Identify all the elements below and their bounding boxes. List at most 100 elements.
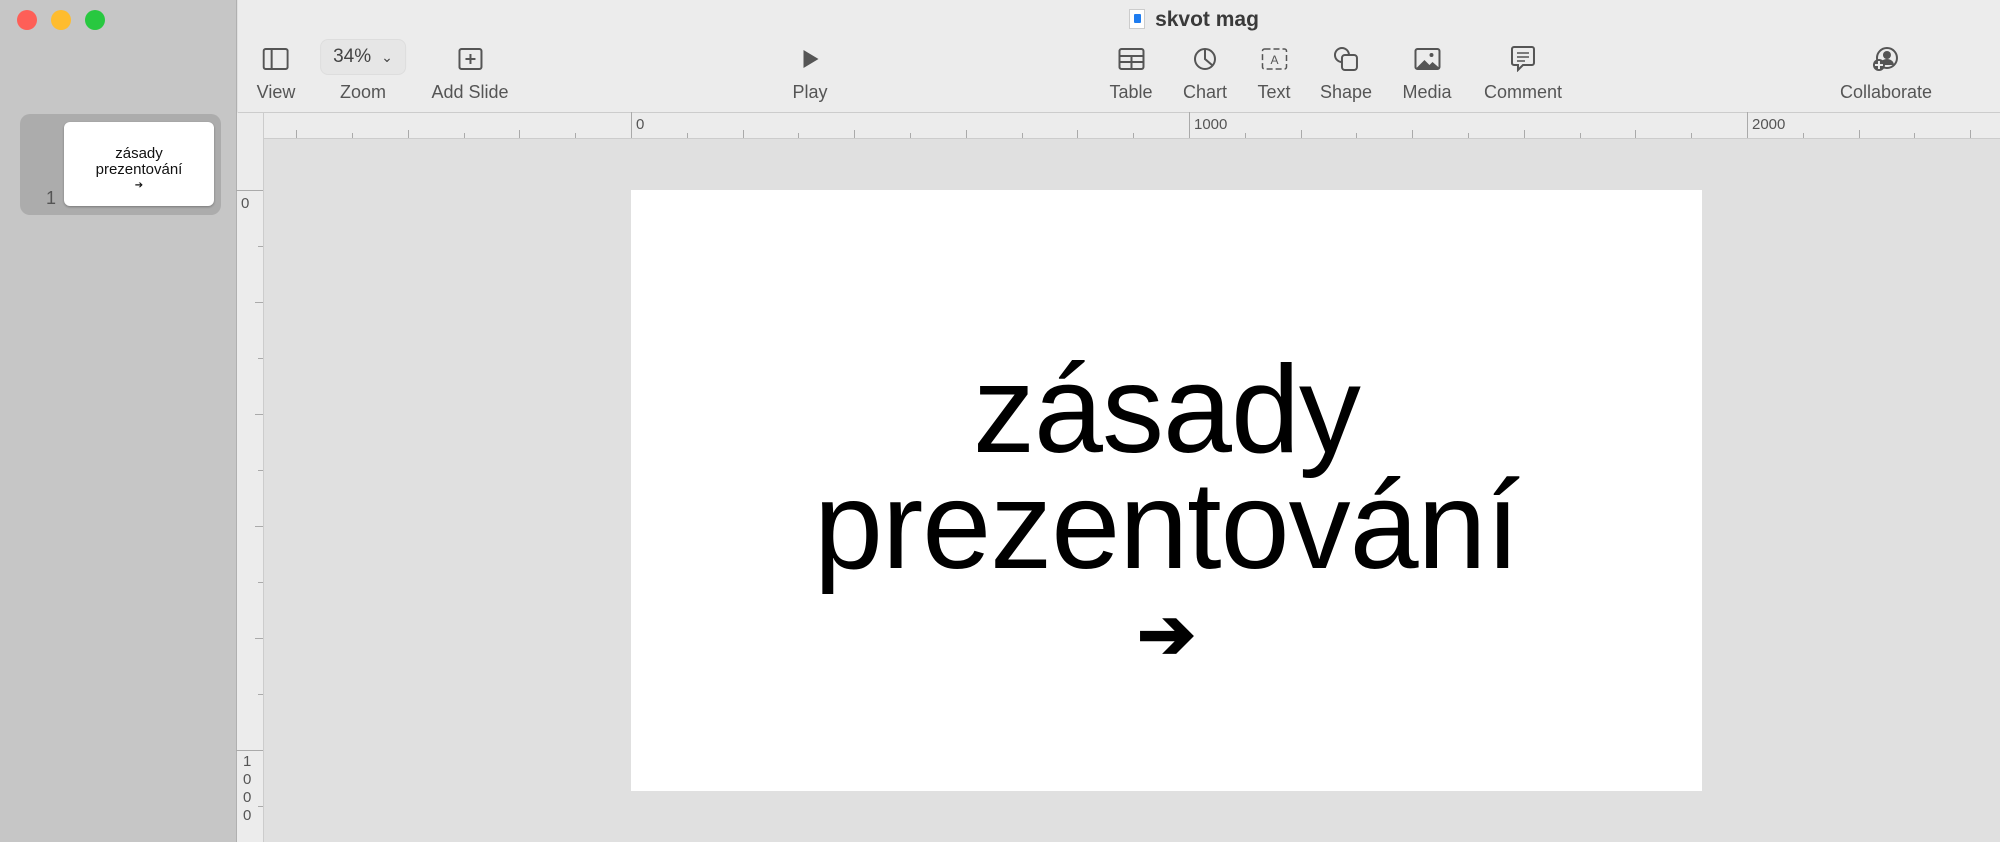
media-icon	[1402, 44, 1451, 74]
ruler-tick	[1412, 130, 1414, 138]
document-title: skvot mag	[1155, 8, 1259, 31]
ruler-label: 1000	[243, 753, 252, 824]
close-button[interactable]	[17, 10, 37, 30]
ruler-tick	[258, 694, 263, 695]
ruler-tick	[1021, 133, 1023, 138]
maximize-button[interactable]	[85, 10, 105, 30]
ruler-tick	[1635, 130, 1637, 138]
shape-button[interactable]: Shape	[1320, 44, 1372, 103]
ruler-tick	[463, 133, 465, 138]
ruler-tick	[1691, 133, 1693, 138]
view-label: View	[256, 82, 296, 102]
slide-title[interactable]: zásady prezentování	[631, 348, 1702, 595]
ruler-tick	[910, 133, 911, 138]
ruler-tick	[575, 133, 577, 138]
zoom-value: 34%	[333, 46, 372, 67]
collaborate-button[interactable]: Collaborate	[1840, 44, 1932, 103]
shape-icon	[1320, 44, 1372, 74]
media-button[interactable]: Media	[1402, 44, 1452, 103]
media-label: Media	[1402, 82, 1452, 102]
slide-title-line2: prezentování	[814, 457, 1520, 595]
collaborate-icon	[1840, 44, 1932, 74]
ruler-tick	[1970, 130, 1972, 138]
ruler-tick	[407, 130, 409, 138]
slide-thumbnail-preview[interactable]: zásady prezentování ➔	[64, 122, 214, 206]
ruler-tick	[258, 470, 263, 471]
add-slide-button[interactable]: Add Slide	[431, 44, 509, 103]
keynote-document-icon	[1129, 9, 1146, 29]
sidebar-icon	[257, 44, 296, 74]
table-icon	[1109, 44, 1152, 74]
minimize-button[interactable]	[51, 10, 71, 30]
add-slide-icon	[431, 44, 508, 74]
play-button[interactable]: Play	[792, 44, 828, 103]
ruler-tick	[1579, 133, 1581, 138]
ruler-tick	[1244, 133, 1246, 138]
ruler-tick	[1523, 130, 1525, 138]
ruler-tick	[1747, 112, 1748, 138]
ruler-tick	[1858, 130, 1860, 138]
arrow-icon: ➔	[1137, 595, 1196, 673]
text-box-icon: A	[1257, 44, 1290, 74]
chart-button[interactable]: Chart	[1183, 44, 1227, 103]
slide-canvas[interactable]: zásady prezentování ➔	[631, 190, 1702, 791]
text-button[interactable]: A Text	[1257, 44, 1291, 103]
zoom-button[interactable]: 34% ⌄ Zoom	[320, 39, 406, 103]
ruler-tick	[255, 414, 263, 415]
ruler-tick	[255, 302, 263, 303]
ruler-tick	[686, 133, 688, 138]
ruler-tick	[296, 130, 298, 138]
thumb-line1: zásady	[115, 145, 163, 162]
slide-number: 1	[46, 188, 57, 208]
ruler-tick	[854, 130, 856, 138]
ruler-label: 1000	[1194, 116, 1228, 133]
vertical-ruler: 0 1000	[236, 113, 264, 842]
ruler-tick	[258, 358, 263, 359]
ruler-label: 0	[241, 195, 250, 212]
ruler-tick	[352, 133, 353, 138]
collaborate-label: Collaborate	[1839, 82, 1933, 102]
toolbar: skvot mag View 34% ⌄ Zoom Add Slide Play …	[238, 0, 2000, 113]
play-icon	[792, 44, 827, 74]
slide-navigator: 1 zásady prezentování ➔	[0, 0, 237, 842]
ruler-tick	[236, 750, 263, 751]
comment-label: Comment	[1483, 82, 1563, 102]
ruler-label: 0	[636, 116, 645, 133]
ruler-tick	[1189, 112, 1190, 138]
ruler-tick	[1300, 130, 1302, 138]
svg-text:A: A	[1270, 53, 1278, 67]
text-label: Text	[1257, 82, 1291, 102]
comment-icon	[1484, 44, 1562, 74]
thumb-line2: prezentování	[95, 161, 183, 178]
zoom-label: Zoom	[339, 82, 387, 102]
ruler-label: 2000	[1752, 116, 1786, 133]
zoom-select[interactable]: 34% ⌄	[320, 39, 406, 75]
chevron-down-icon: ⌄	[381, 48, 393, 65]
ruler-tick	[1356, 133, 1358, 138]
shape-label: Shape	[1319, 82, 1373, 102]
ruler-tick	[255, 638, 263, 639]
table-label: Table	[1109, 82, 1153, 102]
ruler-tick	[742, 130, 744, 138]
add-slide-label: Add Slide	[431, 82, 509, 102]
ruler-tick	[965, 130, 967, 138]
ruler-tick	[258, 582, 263, 583]
chart-label: Chart	[1182, 82, 1228, 102]
ruler-tick	[1133, 133, 1135, 138]
horizontal-ruler: 0 1000 2000	[264, 112, 2000, 139]
ruler-tick	[798, 133, 800, 138]
ruler-tick	[1802, 133, 1804, 138]
ruler-tick	[1077, 130, 1079, 138]
arrow-icon: ➔	[134, 180, 144, 191]
ruler-tick	[1468, 133, 1469, 138]
ruler-tick	[258, 246, 263, 247]
ruler-tick	[519, 130, 521, 138]
slide-thumbnail-1[interactable]: 1 zásady prezentování ➔	[20, 114, 221, 215]
ruler-tick	[236, 190, 263, 191]
table-button[interactable]: Table	[1109, 44, 1153, 103]
ruler-tick	[631, 112, 632, 138]
ruler-tick	[1914, 133, 1916, 138]
view-button[interactable]: View	[256, 44, 296, 103]
comment-button[interactable]: Comment	[1484, 44, 1562, 103]
play-label: Play	[792, 82, 828, 102]
